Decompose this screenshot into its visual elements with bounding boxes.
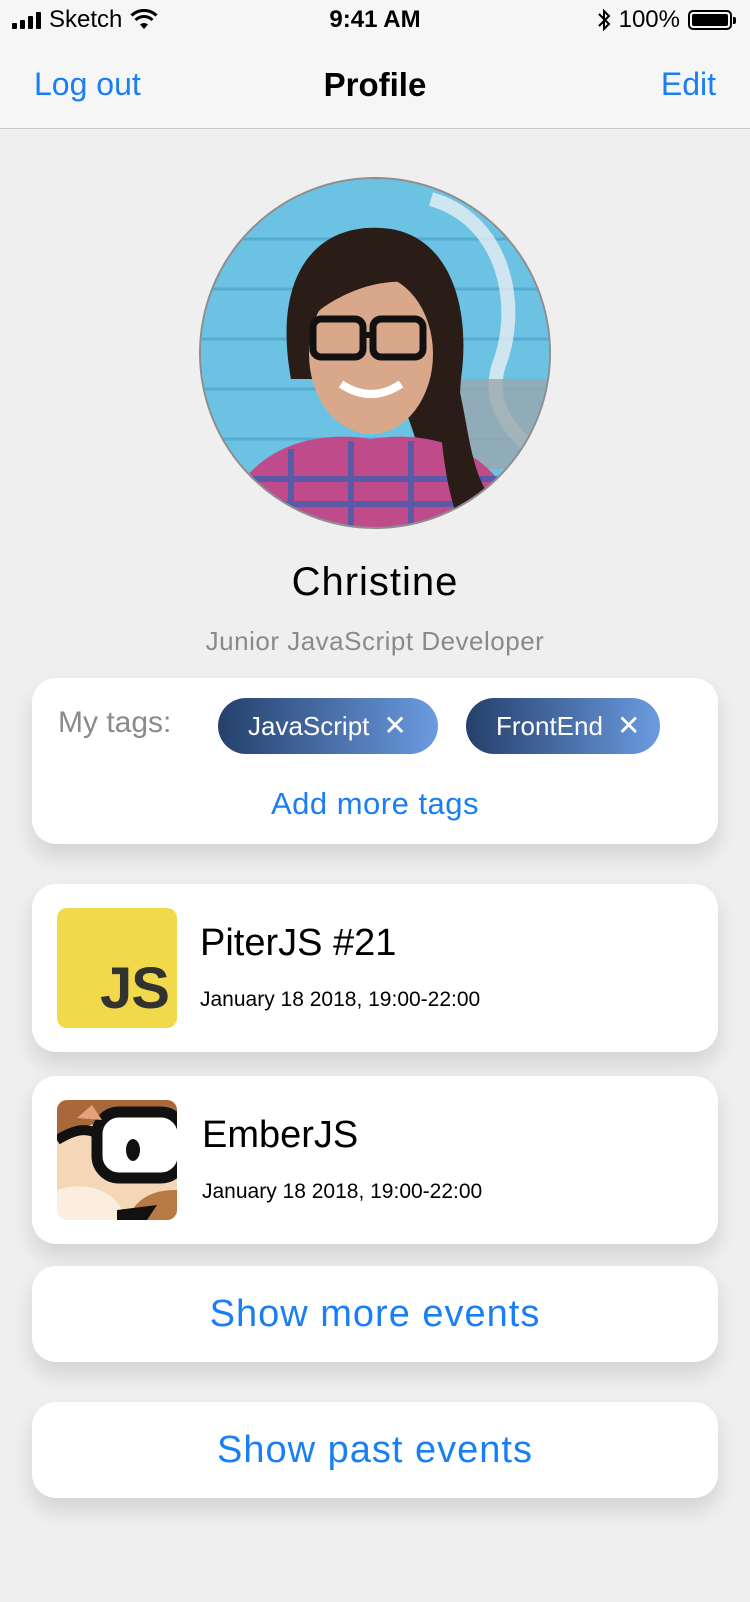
show-more-events-label: Show more events — [209, 1292, 541, 1335]
profile-role: Junior JavaScript Developer — [205, 626, 545, 656]
show-past-events-label: Show past events — [217, 1428, 533, 1471]
event-date: January 18 2018, 19:00-22:00 — [200, 988, 481, 1011]
close-icon[interactable]: ✕ — [617, 712, 640, 740]
avatar-image — [201, 179, 549, 527]
battery-icon — [688, 10, 736, 30]
add-more-tags-button[interactable]: Add more tags — [32, 786, 718, 822]
event-card-piterjs[interactable]: JS PiterJS #21 January 18 2018, 19:00-22… — [32, 884, 718, 1052]
status-right: 100% — [597, 6, 736, 34]
tag-chip-javascript[interactable]: JavaScript ✕ — [218, 698, 438, 754]
tags-label: My tags: — [58, 706, 172, 739]
ember-mascot-icon — [57, 1100, 177, 1220]
avatar — [199, 177, 551, 529]
page-title: Profile — [323, 66, 427, 103]
tag-chip-frontend[interactable]: FrontEnd ✕ — [466, 698, 660, 754]
js-logo-icon: JS — [57, 908, 177, 1028]
bluetooth-icon — [597, 8, 611, 32]
profile-name: Christine — [291, 560, 459, 604]
event-title: PiterJS #21 — [200, 922, 397, 964]
tag-label: FrontEnd — [496, 710, 603, 741]
navigation-bar: Log out Profile Edit — [0, 40, 750, 129]
event-title: EmberJS — [202, 1114, 359, 1156]
show-past-events-button[interactable]: Show past events — [32, 1402, 718, 1498]
tags-card: My tags: JavaScript ✕ FrontEnd ✕ Add mor… — [32, 678, 718, 844]
battery-percent: 100% — [618, 6, 680, 33]
close-icon[interactable]: ✕ — [383, 712, 406, 740]
status-bar: Sketch 9:41 AM 100% — [0, 0, 750, 40]
show-more-events-button[interactable]: Show more events — [32, 1266, 718, 1362]
event-date: January 18 2018, 19:00-22:00 — [202, 1180, 483, 1203]
tag-label: JavaScript — [248, 710, 370, 741]
js-logo-text: JS — [100, 956, 170, 1021]
edit-button[interactable]: Edit — [661, 66, 716, 103]
event-card-emberjs[interactable]: EmberJS January 18 2018, 19:00-22:00 — [32, 1076, 718, 1244]
